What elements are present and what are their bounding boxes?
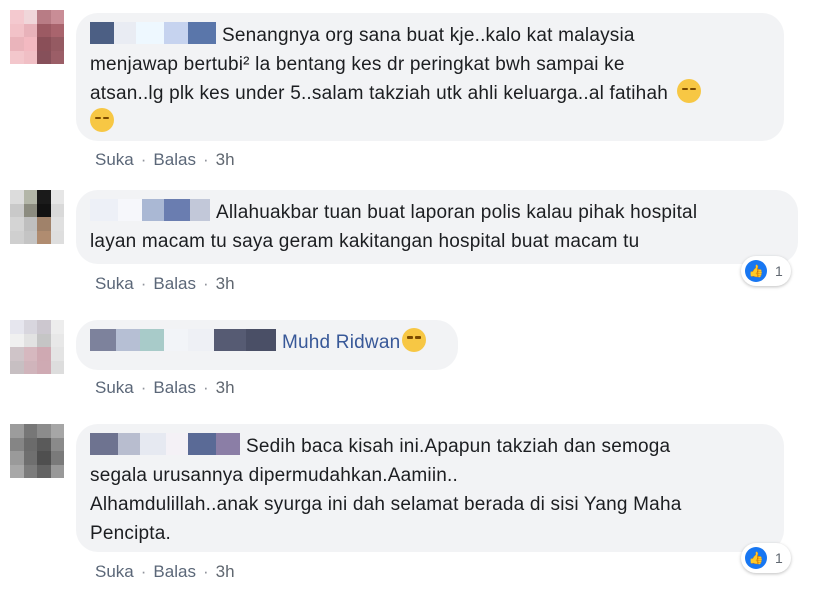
like-link[interactable]: Suka xyxy=(95,150,134,169)
reply-link[interactable]: Balas xyxy=(153,150,196,169)
comment-bubble: Senangnya org sana buat kje..kalo kat ma… xyxy=(76,13,784,141)
loudly-crying-face-icon xyxy=(402,328,427,352)
separator: · xyxy=(202,150,209,169)
author-name-blurred[interactable] xyxy=(90,433,240,455)
comment-text-line: menjawap bertubi² la bentang kes dr peri… xyxy=(90,54,625,75)
reaction-count-badge[interactable]: 👍 1 xyxy=(741,543,791,573)
separator: · xyxy=(140,378,147,397)
separator: · xyxy=(140,562,147,581)
author-name-blurred[interactable] xyxy=(90,199,210,221)
comment-bubble: Sedih baca kisah ini.Apapun takziah dan … xyxy=(76,424,784,552)
like-link[interactable]: Suka xyxy=(95,562,134,581)
thumbs-up-icon: 👍 xyxy=(745,547,767,569)
comment-actions: Suka · Balas · 3h xyxy=(95,274,235,294)
separator: · xyxy=(202,274,209,293)
comment-bubble: Muhd Ridwan xyxy=(76,320,458,370)
avatar[interactable] xyxy=(10,424,64,478)
comment-actions: Suka · Balas · 3h xyxy=(95,562,235,582)
timestamp[interactable]: 3h xyxy=(216,274,235,293)
separator: · xyxy=(202,378,209,397)
reply-link[interactable]: Balas xyxy=(153,274,196,293)
comment-text-line: Senangnya org sana buat kje..kalo kat ma… xyxy=(222,25,635,46)
comment-text-line: Alhamdulillah..anak syurga ini dah selam… xyxy=(90,494,682,515)
comment-text-line: layan macam tu saya geram kakitangan hos… xyxy=(90,231,640,252)
comment-text-line: Allahuakbar tuan buat laporan polis kala… xyxy=(216,202,698,223)
reply-link[interactable]: Balas xyxy=(153,562,196,581)
comment-bubble: Allahuakbar tuan buat laporan polis kala… xyxy=(76,190,798,264)
pensive-face-icon xyxy=(90,108,114,132)
thumbs-up-icon: 👍 xyxy=(745,260,767,282)
author-name-blurred[interactable] xyxy=(90,22,216,44)
comment-text-line: segala urusannya dipermudahkan.Aamiin.. xyxy=(90,465,458,486)
comment-text-line: Pencipta. xyxy=(90,523,172,544)
reaction-count-badge[interactable]: 👍 1 xyxy=(741,256,791,286)
separator: · xyxy=(202,562,209,581)
comment-actions: Suka · Balas · 3h xyxy=(95,378,235,398)
author-name[interactable]: Muhd Ridwan xyxy=(282,332,400,353)
timestamp[interactable]: 3h xyxy=(216,150,235,169)
separator: · xyxy=(140,274,147,293)
reaction-count: 1 xyxy=(775,550,783,566)
like-link[interactable]: Suka xyxy=(95,274,134,293)
avatar[interactable] xyxy=(10,190,64,244)
timestamp[interactable]: 3h xyxy=(216,562,235,581)
reply-link[interactable]: Balas xyxy=(153,378,196,397)
timestamp[interactable]: 3h xyxy=(216,378,235,397)
avatar[interactable] xyxy=(10,320,64,374)
pensive-face-icon xyxy=(677,79,702,103)
comment-text-line: Sedih baca kisah ini.Apapun takziah dan … xyxy=(246,436,671,457)
author-name-blurred[interactable] xyxy=(90,329,276,351)
avatar[interactable] xyxy=(10,10,64,64)
comment-text-line: atsan..lg plk kes under 5..salam takziah… xyxy=(90,83,668,104)
reaction-count: 1 xyxy=(775,263,783,279)
comment-actions: Suka · Balas · 3h xyxy=(95,150,235,170)
separator: · xyxy=(140,150,147,169)
like-link[interactable]: Suka xyxy=(95,378,134,397)
